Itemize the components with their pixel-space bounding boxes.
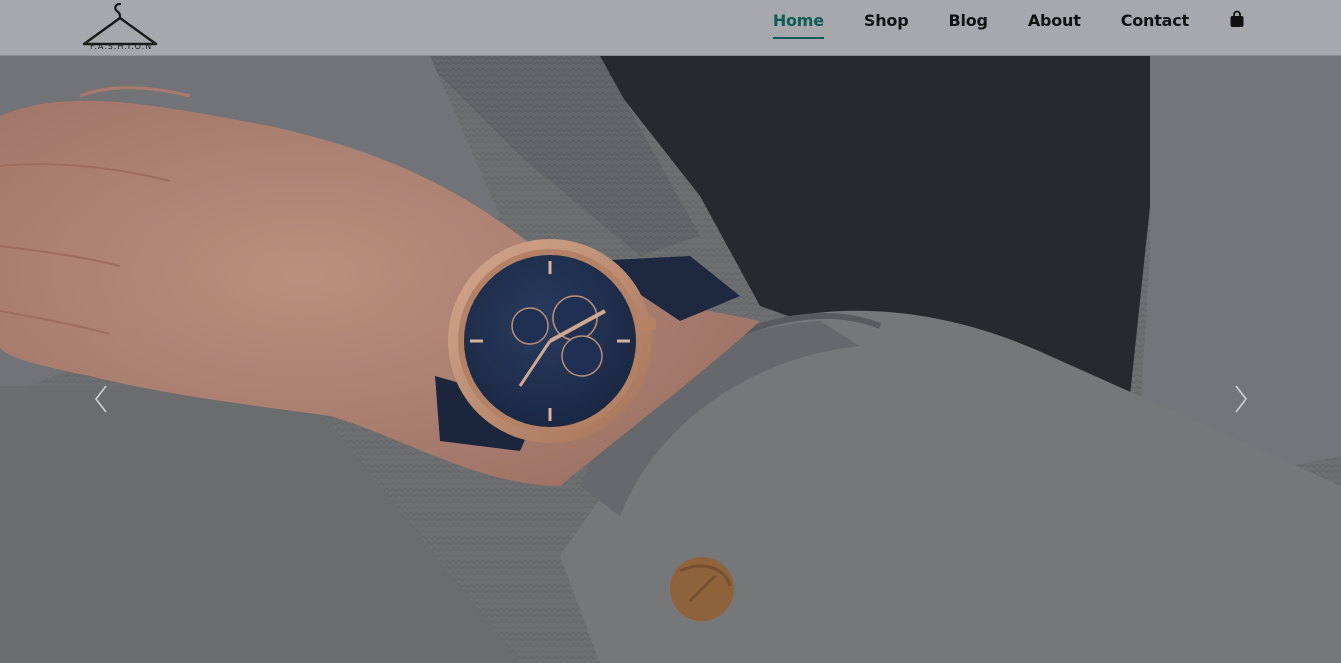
main-nav: Home Shop Blog About Contact (772, 0, 1245, 40)
page: F.A.S.H.I.O.N Home Shop Blog About Conta… (0, 0, 1341, 663)
brand-logo[interactable]: F.A.S.H.I.O.N (78, 0, 162, 56)
carousel-prev-button[interactable] (90, 382, 112, 416)
nav-shop[interactable]: Shop (864, 11, 909, 30)
nav-contact[interactable]: Contact (1121, 11, 1190, 30)
hero-overlay (0, 56, 1341, 663)
chevron-left-icon (94, 385, 107, 413)
nav-about[interactable]: About (1028, 11, 1081, 30)
logo-text: F.A.S.H.I.O.N (90, 42, 153, 51)
shopping-bag-icon (1230, 10, 1244, 27)
carousel-next-button[interactable] (1230, 382, 1252, 416)
hero-slider (0, 56, 1341, 663)
nav-home[interactable]: Home (772, 11, 824, 39)
navbar: F.A.S.H.I.O.N Home Shop Blog About Conta… (0, 0, 1341, 56)
chevron-right-icon (1235, 385, 1248, 413)
cart-button[interactable] (1229, 10, 1245, 28)
nav-blog[interactable]: Blog (948, 11, 988, 30)
